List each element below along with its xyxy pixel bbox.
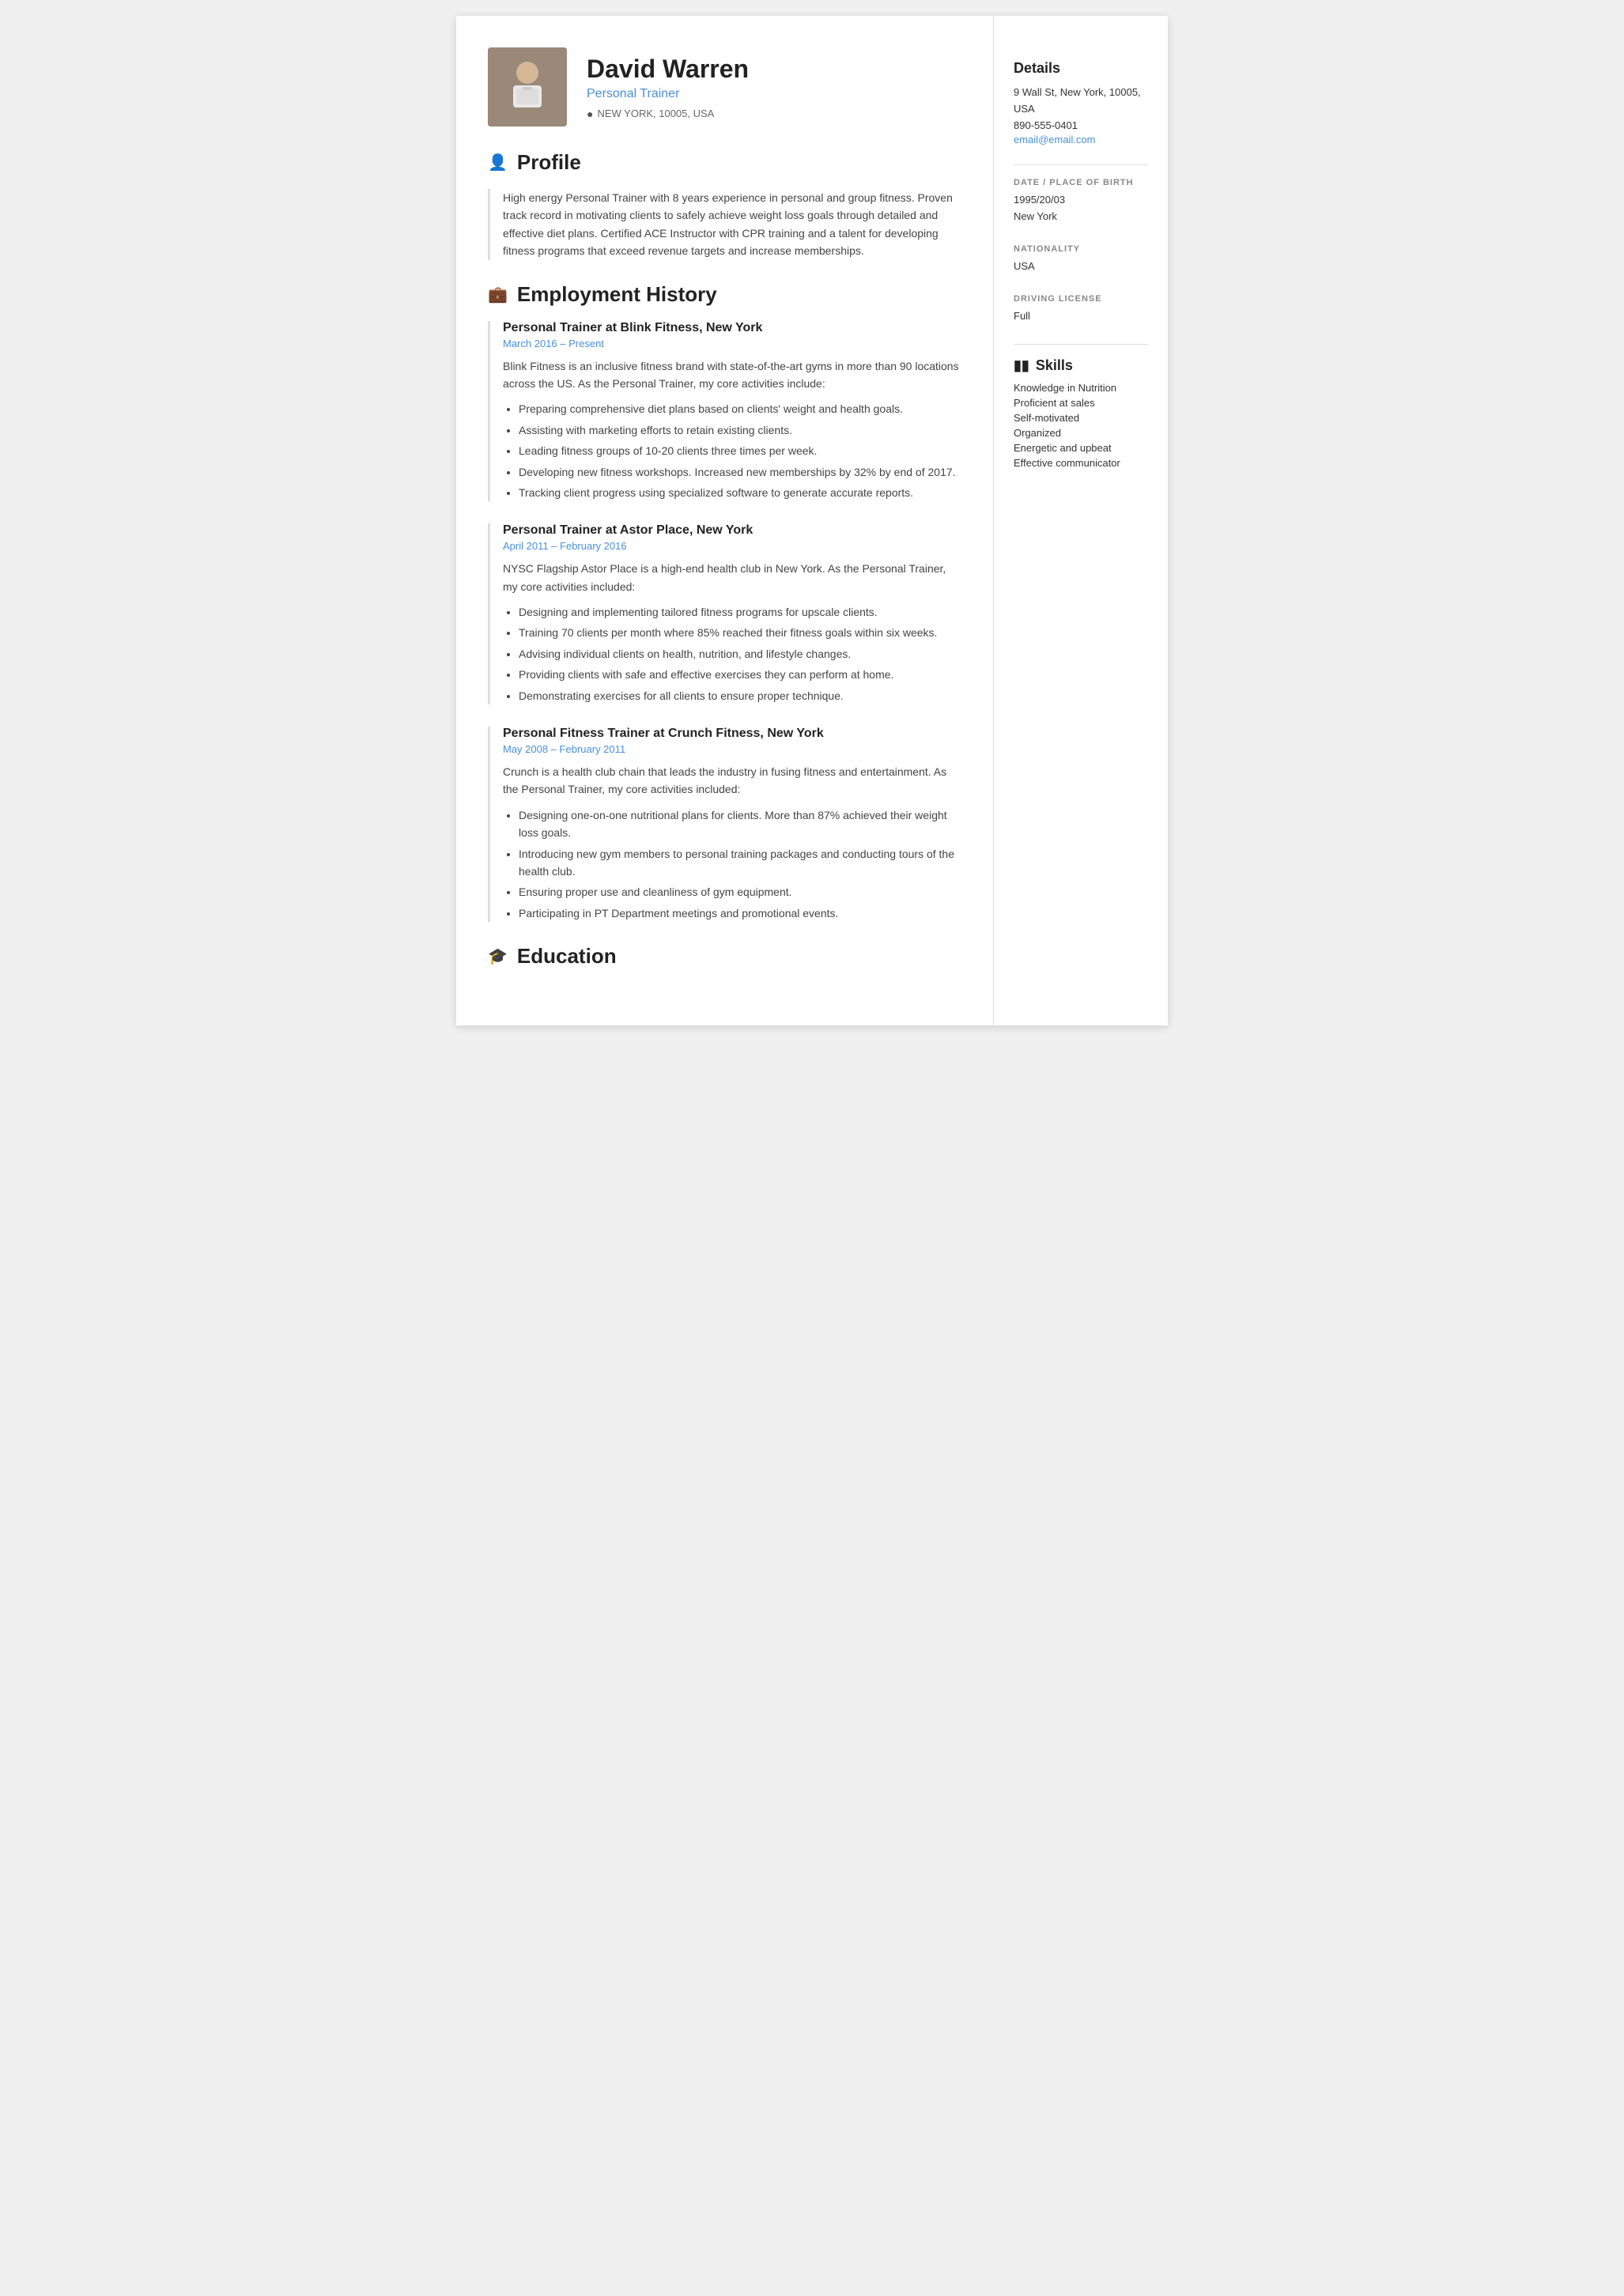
details-title: Details: [1014, 60, 1148, 77]
job-title-1: Personal Trainer at Blink Fitness, New Y…: [503, 321, 961, 335]
bullet-item: Leading fitness groups of 10-20 clients …: [519, 442, 961, 459]
skills-title: ▮▮ Skills: [1014, 357, 1148, 374]
sidebar-driving: DRIVING LICENSE Full: [1014, 294, 1148, 325]
bullet-item: Participating in PT Department meetings …: [519, 904, 961, 922]
sidebar-nationality: NATIONALITY USA: [1014, 244, 1148, 275]
job-bullets-1: Preparing comprehensive diet plans based…: [503, 400, 961, 501]
sidebar-skills: ▮▮ Skills Knowledge in Nutrition Profici…: [1014, 357, 1148, 469]
resume-page: David Warren Personal Trainer ● NEW YORK…: [456, 16, 1168, 1025]
location: ● NEW YORK, 10005, USA: [587, 108, 749, 120]
driving-label: DRIVING LICENSE: [1014, 294, 1148, 304]
employment-section: 💼 Employment History Personal Trainer at…: [488, 282, 961, 923]
bullet-item: Preparing comprehensive diet plans based…: [519, 400, 961, 417]
nationality-label: NATIONALITY: [1014, 244, 1148, 254]
main-column: David Warren Personal Trainer ● NEW YORK…: [456, 16, 994, 1025]
bullet-item: Demonstrating exercises for all clients …: [519, 687, 961, 704]
sidebar-address: 9 Wall St, New York, 10005, USA: [1014, 85, 1148, 118]
bullet-item: Training 70 clients per month where 85% …: [519, 624, 961, 641]
job-bullets-3: Designing one-on-one nutritional plans f…: [503, 806, 961, 922]
skills-list: Knowledge in Nutrition Proficient at sal…: [1014, 382, 1148, 469]
skill-3: Self-motivated: [1014, 412, 1148, 424]
divider-2: [1014, 344, 1148, 345]
bullet-item: Introducing new gym members to personal …: [519, 845, 961, 881]
sidebar-dob-value: 1995/20/03: [1014, 192, 1148, 209]
sidebar-details: Details 9 Wall St, New York, 10005, USA …: [1014, 60, 1148, 145]
bullet-item: Ensuring proper use and cleanliness of g…: [519, 883, 961, 901]
sidebar-dob-place: New York: [1014, 209, 1148, 225]
bullet-item: Designing one-on-one nutritional plans f…: [519, 806, 961, 842]
job-dates-1: March 2016 – Present: [503, 338, 961, 349]
divider-1: [1014, 164, 1148, 165]
skill-5: Energetic and upbeat: [1014, 442, 1148, 454]
bullet-item: Providing clients with safe and effectiv…: [519, 666, 961, 683]
education-heading: Education: [517, 944, 617, 969]
dob-label: DATE / PLACE OF BIRTH: [1014, 178, 1148, 187]
profile-section: 👤 Profile High energy Personal Trainer w…: [488, 150, 961, 260]
job-entry-3: Personal Fitness Trainer at Crunch Fitne…: [488, 727, 961, 922]
profile-heading: Profile: [517, 150, 581, 175]
candidate-name: David Warren: [587, 55, 749, 84]
employment-heading: Employment History: [517, 282, 717, 307]
sidebar-email: email@email.com: [1014, 134, 1148, 145]
job-title-3: Personal Fitness Trainer at Crunch Fitne…: [503, 727, 961, 741]
skills-heading: Skills: [1036, 357, 1073, 374]
job-title-header: Personal Trainer: [587, 87, 749, 101]
sidebar-dob: DATE / PLACE OF BIRTH 1995/20/03 New Yor…: [1014, 178, 1148, 225]
job-desc-2: NYSC Flagship Astor Place is a high-end …: [503, 560, 961, 595]
bullet-item: Designing and implementing tailored fitn…: [519, 603, 961, 621]
header-info: David Warren Personal Trainer ● NEW YORK…: [587, 55, 749, 120]
job-entry-2: Personal Trainer at Astor Place, New Yor…: [488, 523, 961, 704]
skill-6: Effective communicator: [1014, 457, 1148, 469]
skills-icon: ▮▮: [1014, 357, 1029, 374]
profile-section-title: 👤 Profile: [488, 150, 961, 178]
location-icon: ●: [587, 108, 593, 120]
avatar: [488, 47, 567, 127]
sidebar-nationality-value: USA: [1014, 259, 1148, 275]
profile-icon: 👤: [488, 153, 508, 172]
bullet-item: Tracking client progress using specializ…: [519, 484, 961, 501]
briefcase-icon: 💼: [488, 285, 508, 304]
education-section-title: 🎓 Education: [488, 944, 961, 972]
sidebar-driving-value: Full: [1014, 308, 1148, 325]
job-desc-3: Crunch is a health club chain that leads…: [503, 763, 961, 799]
job-title-2: Personal Trainer at Astor Place, New Yor…: [503, 523, 961, 538]
job-entry-1: Personal Trainer at Blink Fitness, New Y…: [488, 321, 961, 502]
sidebar: Details 9 Wall St, New York, 10005, USA …: [994, 16, 1168, 1025]
resume-header: David Warren Personal Trainer ● NEW YORK…: [488, 47, 961, 127]
skill-4: Organized: [1014, 427, 1148, 439]
job-desc-1: Blink Fitness is an inclusive fitness br…: [503, 357, 961, 393]
graduation-icon: 🎓: [488, 946, 508, 966]
job-dates-3: May 2008 – February 2011: [503, 743, 961, 755]
employment-section-title: 💼 Employment History: [488, 282, 961, 310]
job-dates-2: April 2011 – February 2016: [503, 540, 961, 552]
bullet-item: Assisting with marketing efforts to reta…: [519, 421, 961, 439]
skill-1: Knowledge in Nutrition: [1014, 382, 1148, 394]
location-text: NEW YORK, 10005, USA: [597, 108, 714, 119]
bullet-item: Developing new fitness workshops. Increa…: [519, 463, 961, 481]
job-bullets-2: Designing and implementing tailored fitn…: [503, 603, 961, 704]
education-section: 🎓 Education: [488, 944, 961, 972]
sidebar-phone: 890-555-0401: [1014, 118, 1148, 134]
bullet-item: Advising individual clients on health, n…: [519, 645, 961, 663]
details-heading: Details: [1014, 60, 1060, 77]
profile-text: High energy Personal Trainer with 8 year…: [488, 189, 961, 260]
skill-2: Proficient at sales: [1014, 397, 1148, 409]
